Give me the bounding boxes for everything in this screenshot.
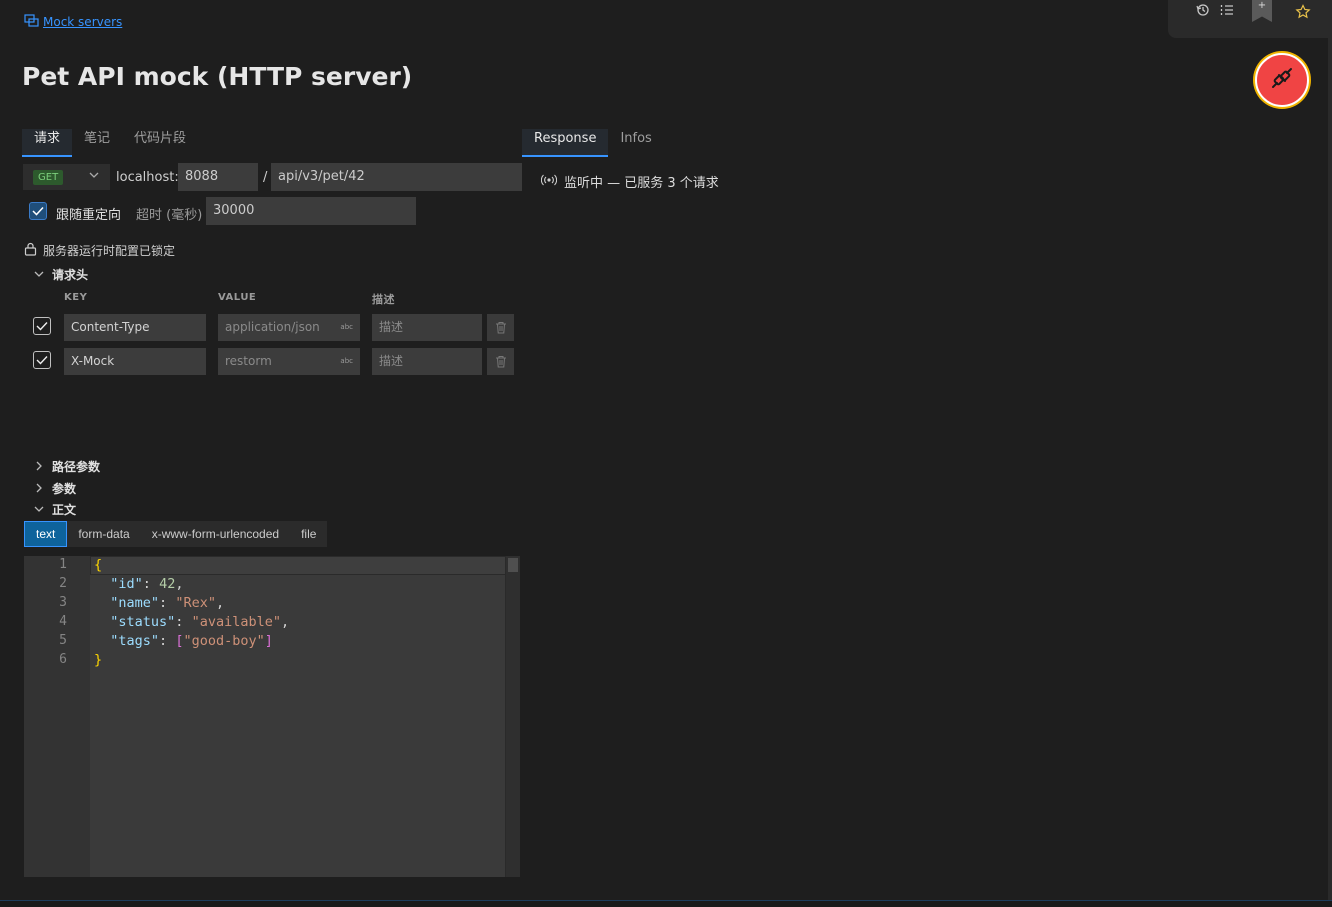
chevron-down-icon: [34, 268, 44, 282]
delete-header-button[interactable]: [487, 348, 514, 375]
bookmark-icon[interactable]: +: [1252, 0, 1272, 22]
body-tab-file[interactable]: file: [290, 521, 327, 547]
header-value-input[interactable]: restorm abc: [218, 348, 360, 375]
lock-icon: [24, 242, 37, 259]
code-line: "id": 42,: [110, 576, 184, 592]
body-tab-text[interactable]: text: [24, 521, 68, 547]
tab-response[interactable]: Response: [522, 129, 609, 157]
header-row-enabled-checkbox[interactable]: [33, 351, 51, 369]
plug-icon: [1269, 65, 1295, 95]
method-select[interactable]: GET: [23, 164, 110, 190]
check-icon: [36, 322, 48, 331]
column-header-description: 描述: [372, 293, 395, 306]
header-value-text: restorm: [225, 354, 272, 368]
star-icon[interactable]: [1295, 4, 1311, 24]
header-description-input[interactable]: 描述: [372, 314, 482, 341]
column-header-value: VALUE: [218, 292, 257, 303]
breadcrumb: Mock servers: [24, 14, 122, 30]
tab-notes[interactable]: 笔记: [72, 129, 122, 155]
path-separator: /: [263, 170, 268, 185]
path-params-section-toggle[interactable]: 路径参数: [34, 458, 100, 475]
editor-scrollbar[interactable]: [505, 556, 520, 877]
body-tab-form-data[interactable]: form-data: [67, 521, 140, 547]
disconnect-plug-button[interactable]: [1255, 53, 1309, 107]
timeout-input[interactable]: 30000: [206, 197, 416, 225]
chevron-right-icon: [34, 460, 44, 474]
port-input[interactable]: 8088: [178, 163, 258, 191]
lock-notice: 服务器运行时配置已锁定: [24, 242, 175, 259]
path-input[interactable]: api/v3/pet/42: [271, 163, 522, 191]
mock-server-icon: [24, 14, 39, 30]
delete-header-button[interactable]: [487, 314, 514, 341]
chevron-down-icon: [34, 503, 44, 517]
lock-notice-text: 服务器运行时配置已锁定: [43, 244, 176, 258]
header-row-enabled-checkbox[interactable]: [33, 317, 51, 335]
code-line: "status": "available",: [110, 614, 290, 630]
value-type-badge[interactable]: abc: [340, 314, 353, 341]
header-description-input[interactable]: 描述: [372, 348, 482, 375]
follow-redirects-checkbox[interactable]: [29, 202, 47, 220]
response-status: 监听中 — 已服务 3 个请求: [540, 172, 719, 191]
value-type-badge[interactable]: abc: [340, 348, 353, 375]
params-section-toggle[interactable]: 参数: [34, 480, 76, 497]
header-key-input[interactable]: X-Mock: [64, 348, 206, 375]
body-section-toggle[interactable]: 正文: [34, 501, 76, 518]
header-key-input[interactable]: Content-Type: [64, 314, 206, 341]
follow-redirects-label: 跟随重定向: [56, 208, 122, 223]
body-type-tabs: text form-data x-www-form-urlencoded fil…: [24, 521, 328, 547]
header-value-input[interactable]: application/json abc: [218, 314, 360, 341]
code-line: {: [94, 557, 103, 573]
code-line: "tags": ["good-boy"]: [110, 633, 273, 649]
window-right-edge: [1328, 38, 1332, 904]
header-value-text: application/json: [225, 320, 320, 334]
timeout-label: 超时 (毫秒): [136, 208, 203, 223]
request-tabs: 请求 笔记 代码片段: [22, 129, 198, 157]
trash-icon: [495, 356, 506, 368]
response-status-text: 监听中 — 已服务 3 个请求: [564, 176, 719, 191]
line-number: 2: [59, 576, 67, 591]
path-params-section-title: 路径参数: [52, 460, 101, 474]
line-number: 1: [59, 557, 67, 572]
host-label: localhost:: [116, 170, 179, 185]
line-number: 3: [59, 595, 67, 610]
tab-request[interactable]: 请求: [22, 129, 73, 157]
response-tabs: Response Infos: [522, 129, 664, 157]
check-icon: [32, 206, 44, 216]
line-number: 5: [59, 633, 67, 648]
check-icon: [36, 356, 48, 365]
code-line: }: [94, 652, 103, 668]
body-tab-urlencoded[interactable]: x-www-form-urlencoded: [141, 521, 290, 547]
headers-section-toggle[interactable]: 请求头: [34, 266, 88, 283]
chevron-down-icon: [89, 169, 99, 184]
params-section-title: 参数: [52, 482, 77, 496]
current-line-highlight: [90, 556, 508, 575]
window-toolbar: +: [1168, 0, 1332, 38]
list-icon[interactable]: [1220, 3, 1234, 21]
method-badge: GET: [33, 169, 64, 185]
broadcast-icon: [540, 174, 558, 190]
body-code-editor[interactable]: 1 2 3 4 5 6 { "id": 42, "name": "Rex", "…: [24, 556, 520, 877]
headers-section-title: 请求头: [52, 268, 89, 282]
bookmark-plus-glyph: +: [1257, 0, 1267, 11]
scrollbar-thumb[interactable]: [508, 558, 518, 572]
tab-snippets[interactable]: 代码片段: [122, 129, 198, 155]
chevron-right-icon: [34, 482, 44, 496]
line-number: 6: [59, 652, 67, 667]
breadcrumb-mock-servers-link[interactable]: Mock servers: [43, 15, 122, 29]
code-line: "name": "Rex",: [110, 595, 225, 611]
page-title: Pet API mock (HTTP server): [22, 62, 413, 91]
line-number: 4: [59, 614, 67, 629]
column-header-key: KEY: [64, 292, 88, 303]
body-section-title: 正文: [52, 503, 77, 517]
tab-infos[interactable]: Infos: [608, 129, 663, 155]
trash-icon: [495, 322, 506, 334]
history-icon[interactable]: [1196, 3, 1210, 21]
